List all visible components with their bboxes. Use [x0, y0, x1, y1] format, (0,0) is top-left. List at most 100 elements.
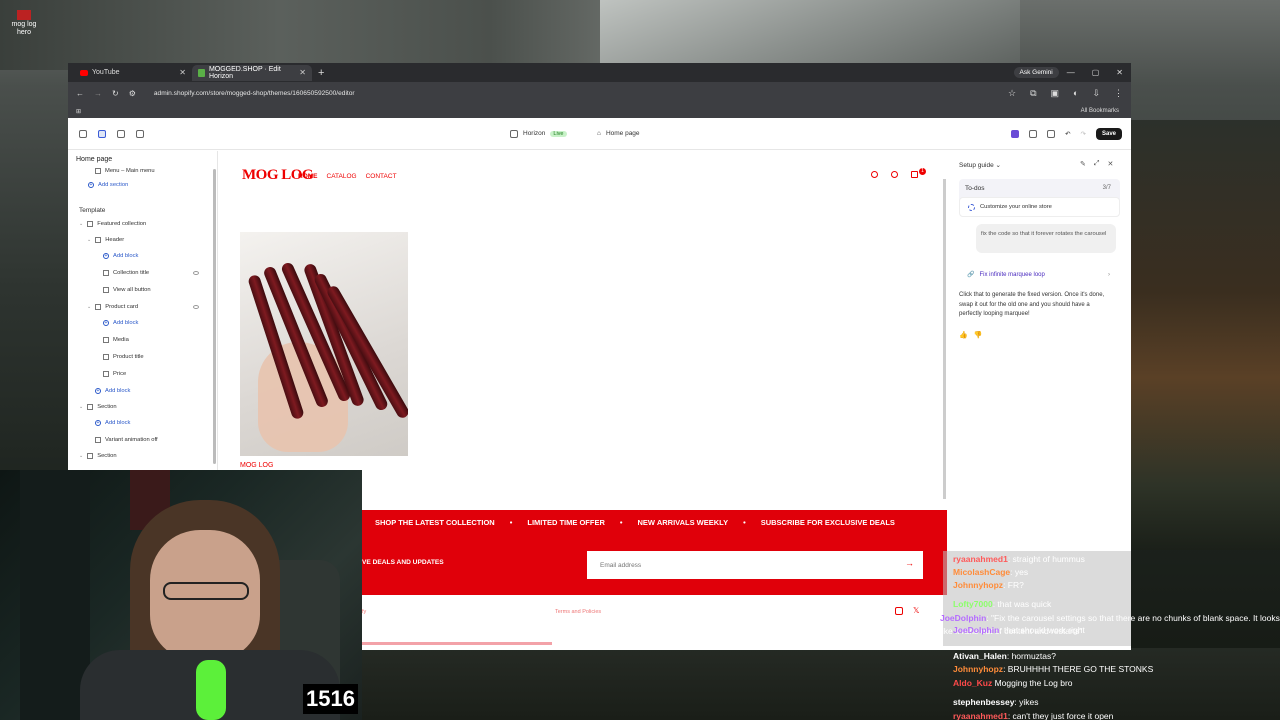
sections-icon[interactable]	[98, 129, 106, 138]
tree-item[interactable]: Price	[103, 371, 126, 377]
chat-username[interactable]: Johnnyhopz	[953, 664, 1003, 674]
tree-item[interactable]: Media	[103, 337, 129, 343]
tree-item[interactable]: ⌄ Section	[79, 453, 117, 459]
tree-item[interactable]: Product title	[103, 354, 144, 360]
tree-item[interactable]: Variant animation off	[95, 437, 158, 443]
undo-icon[interactable]: ↶	[1065, 130, 1070, 138]
chat-username[interactable]: Johnnyhopz	[953, 580, 1003, 590]
thumbs-up-icon[interactable]: 👍	[959, 331, 968, 339]
back-icon[interactable]: ←	[76, 89, 84, 98]
product-image[interactable]	[240, 232, 408, 456]
inspector-icon[interactable]	[1029, 129, 1038, 138]
account-icon[interactable]	[891, 171, 898, 178]
add-block-button[interactable]: + Add block	[95, 420, 130, 426]
all-bookmarks[interactable]: All Bookmarks	[1081, 108, 1119, 114]
profile-icon[interactable]: ◐	[1073, 88, 1078, 99]
chat-username[interactable]: JoeDolphin	[940, 613, 986, 623]
ask-gemini-button[interactable]: Ask Gemini	[1013, 67, 1059, 78]
tree-item[interactable]: View all button	[103, 287, 151, 293]
search-icon[interactable]	[871, 171, 878, 178]
chat-username[interactable]: stephenbessey	[953, 697, 1014, 707]
url-field[interactable]: admin.shopify.com/store/mogged-shop/them…	[154, 90, 355, 97]
settings-icon[interactable]	[117, 129, 125, 138]
nav-catalog[interactable]: CATALOG	[327, 173, 357, 180]
exit-icon[interactable]	[79, 129, 87, 138]
tab-shopify-editor[interactable]: MOGGED.SHOP · Edit Horizon ✕	[192, 64, 312, 81]
submit-arrow-icon[interactable]: →	[905, 558, 914, 568]
sidekick-icon[interactable]	[1011, 129, 1020, 138]
x-social-icon[interactable]: 𝕏	[913, 606, 919, 615]
site-info-icon[interactable]: ⚙	[129, 89, 136, 98]
email-field[interactable]	[587, 551, 923, 579]
chat-username[interactable]: Ativan_Halen	[953, 651, 1007, 661]
nav-contact[interactable]: CONTACT	[366, 173, 397, 180]
webcam-glasses	[163, 582, 249, 600]
forward-icon[interactable]: →	[94, 89, 102, 98]
marquee-banner: SHOP THE LATEST COLLECTION • LIMITED TIM…	[362, 510, 947, 535]
tree-item[interactable]: ⌄ Product card	[87, 304, 138, 310]
tree-item[interactable]: Menu – Main menu	[95, 168, 155, 174]
chat-message: Johnnyhopz: FR?	[953, 580, 1024, 590]
chat-username[interactable]: MicolashCage	[953, 567, 1010, 577]
stream-chat: ryaanahmed1: straight of hummus MicolashC…	[940, 551, 1280, 720]
mobile-view-icon[interactable]	[1047, 129, 1056, 138]
thumbs-down-icon[interactable]: 👎	[974, 331, 983, 339]
chat-username[interactable]: ryaanahmed1	[953, 554, 1008, 564]
panel-scrollbar[interactable]	[213, 169, 216, 464]
tab-youtube[interactable]: YouTube ✕	[74, 65, 192, 81]
bookmark-star-icon[interactable]: ☆	[1008, 88, 1016, 99]
store-footer: fy Terms and Policies 𝕏	[362, 595, 947, 640]
footer-terms-link[interactable]: Terms and Policies	[555, 609, 601, 615]
footer-powered-text[interactable]: fy	[362, 609, 366, 615]
tree-item[interactable]: ⌄ Section	[79, 404, 117, 410]
maximize-icon[interactable]: ▢	[1092, 68, 1100, 77]
editor-right-tools: ↶ ↷ Save	[1011, 127, 1122, 140]
cart-icon[interactable]	[911, 171, 918, 178]
preview-scrollbar[interactable]	[943, 179, 946, 499]
grid-icon	[87, 404, 94, 410]
add-section-button[interactable]: + Add section	[88, 182, 128, 188]
chat-username[interactable]: ryaanahmed1	[953, 711, 1008, 720]
extensions-icon[interactable]: ⧉	[1030, 88, 1036, 99]
tree-item[interactable]: ⌄ Header	[87, 237, 124, 243]
stream-counter: 1516	[303, 684, 358, 714]
download-icon[interactable]: ⇩	[1092, 88, 1100, 99]
feedback-buttons: 👍 👎	[959, 331, 982, 339]
apps-icon[interactable]: ⊞	[76, 108, 81, 115]
theme-selector[interactable]: Horizon Live	[510, 129, 567, 138]
new-chat-icon[interactable]: ✎	[1080, 160, 1086, 168]
product-title[interactable]: MOG LOG	[240, 462, 273, 469]
setup-guide-title[interactable]: Setup guide ⌄	[959, 161, 1001, 169]
minimize-icon[interactable]: —	[1067, 68, 1075, 77]
apps-blocks-icon[interactable]	[136, 129, 144, 138]
desktop-shortcut[interactable]: mog log hero	[6, 8, 42, 37]
reload-icon[interactable]: ↻	[112, 89, 119, 98]
marquee-item: SHOP THE LATEST COLLECTION	[375, 518, 495, 527]
add-block-button[interactable]: + Add block	[103, 253, 138, 259]
save-button[interactable]: Save	[1095, 127, 1122, 140]
close-icon[interactable]: ✕	[299, 68, 306, 77]
close-icon[interactable]: ✕	[1107, 160, 1113, 168]
page-selector[interactable]: ⌂ Home page	[597, 130, 640, 137]
eye-icon[interactable]	[193, 305, 199, 309]
tree-item[interactable]: Collection title	[103, 270, 149, 276]
add-block-button[interactable]: + Add block	[95, 388, 130, 394]
chat-message: ryaanahmed1: straight of hummus	[953, 554, 1085, 564]
todo-item[interactable]: Customize your online store	[959, 197, 1120, 217]
menu-icon[interactable]: ⋮	[1114, 88, 1123, 99]
sidepanel-icon[interactable]: ▣	[1051, 88, 1060, 99]
expand-icon[interactable]: ⤢	[1094, 160, 1100, 168]
instagram-icon[interactable]	[895, 607, 903, 615]
chat-username[interactable]: Aldo_Kuz	[953, 678, 992, 688]
redo-icon[interactable]: ↷	[1081, 130, 1086, 138]
close-window-icon[interactable]: ✕	[1116, 68, 1123, 77]
new-tab-button[interactable]: +	[318, 67, 324, 79]
chat-username[interactable]: Lofty7000	[953, 599, 993, 609]
chat-username[interactable]: JoeDolphin	[953, 625, 999, 635]
eye-off-icon[interactable]	[193, 271, 199, 275]
fix-marquee-action[interactable]: 🔗 Fix infinite marquee loop ›	[959, 266, 1110, 283]
nav-home[interactable]: HOME	[298, 173, 318, 180]
close-icon[interactable]: ✕	[179, 68, 186, 77]
tree-item[interactable]: ⌄ Featured collection	[79, 221, 146, 227]
add-block-button[interactable]: + Add block	[103, 320, 138, 326]
